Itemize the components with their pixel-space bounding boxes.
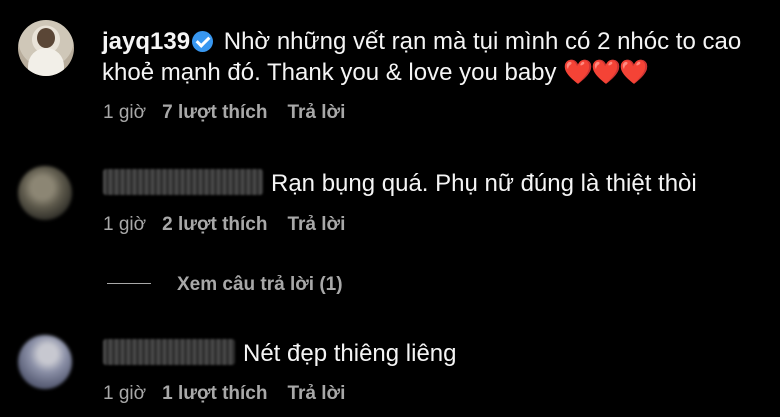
reply-button[interactable]: Trả lời bbox=[287, 383, 345, 404]
avatar[interactable] bbox=[18, 20, 74, 76]
comment-text-body: Nét đẹp thiêng liêng bbox=[243, 340, 457, 367]
comment-meta: 1 giờ 7 lượt thích Trả lời bbox=[103, 102, 365, 124]
verified-badge-icon bbox=[192, 31, 214, 52]
view-replies-label: Xem câu trả lời (1) bbox=[177, 274, 343, 295]
likes-count-link[interactable]: 1 lượt thích bbox=[162, 383, 267, 404]
comment-time[interactable]: 1 giờ bbox=[103, 383, 146, 404]
avatar[interactable] bbox=[18, 335, 72, 389]
avatar-head bbox=[37, 28, 55, 48]
comment-meta: 1 giờ 2 lượt thích Trả lời bbox=[103, 214, 365, 236]
comment-text-line1: Nhờ những vết rạn mà tụi mình có 2 nhóc … bbox=[223, 28, 742, 55]
comment-text-body: Rạn bụng quá. Phụ nữ đúng là thiệt thòi bbox=[271, 170, 697, 197]
avatar[interactable] bbox=[18, 166, 72, 220]
reply-button[interactable]: Trả lời bbox=[287, 102, 345, 123]
comment-text-line2: khoẻ mạnh đó. Thank you & love you baby bbox=[102, 59, 557, 86]
username-link[interactable] bbox=[103, 169, 263, 195]
username-link[interactable]: jayq139 bbox=[102, 28, 190, 55]
reply-button[interactable]: Trả lời bbox=[287, 214, 345, 235]
comment-text: Nét đẹp thiêng liêng bbox=[103, 338, 457, 369]
username-link[interactable] bbox=[103, 339, 235, 365]
comment-time[interactable]: 1 giờ bbox=[103, 214, 146, 235]
view-replies-button[interactable]: Xem câu trả lời (1) bbox=[107, 274, 343, 296]
comment-text: Rạn bụng quá. Phụ nữ đúng là thiệt thòi bbox=[103, 168, 697, 199]
divider-line bbox=[107, 283, 151, 284]
heart-emoji-icon: ❤️❤️❤️ bbox=[563, 59, 649, 86]
comment-meta: 1 giờ 1 lượt thích Trả lời bbox=[103, 383, 365, 405]
likes-count-link[interactable]: 2 lượt thích bbox=[162, 214, 267, 235]
likes-count-link[interactable]: 7 lượt thích bbox=[162, 102, 267, 123]
comment-text: jayq139 Nhờ những vết rạn mà tụi mình có… bbox=[102, 26, 762, 88]
comment-time[interactable]: 1 giờ bbox=[103, 102, 146, 123]
avatar-body bbox=[28, 48, 64, 76]
